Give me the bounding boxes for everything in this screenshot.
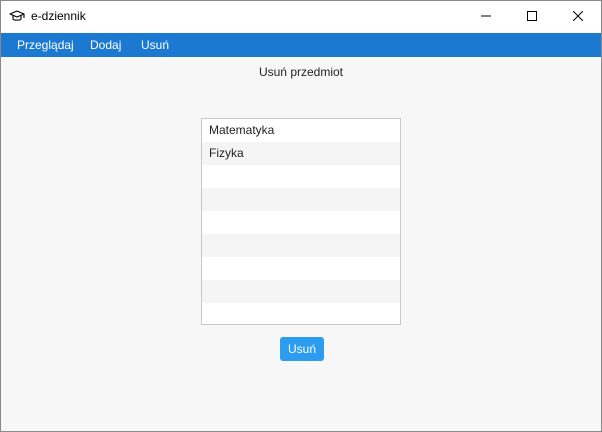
list-item[interactable] (202, 257, 400, 280)
window-title: e-dziennik (31, 9, 86, 23)
title-bar: e-dziennik (1, 1, 601, 32)
graduation-cap-icon (9, 9, 25, 23)
close-button[interactable] (555, 1, 601, 32)
list-item[interactable] (202, 303, 400, 324)
minimize-icon (481, 8, 491, 26)
list-item[interactable] (202, 165, 400, 188)
menu-bar: Przeglądaj Dodaj Usuń (1, 33, 601, 57)
list-item[interactable] (202, 234, 400, 257)
list-item[interactable]: Fizyka (202, 142, 400, 165)
menu-item-przegladaj[interactable]: Przeglądaj (17, 38, 74, 52)
app-window: e-dziennik Przeglądaj Dodaj Usuń Usuń pr… (0, 0, 602, 432)
menu-item-dodaj[interactable]: Dodaj (90, 38, 121, 52)
subject-list[interactable]: Matematyka Fizyka (201, 118, 401, 325)
list-item[interactable] (202, 211, 400, 234)
list-item[interactable] (202, 280, 400, 303)
page-title: Usuń przedmiot (258, 65, 344, 79)
close-icon (572, 8, 584, 26)
menu-item-usun[interactable]: Usuń (141, 38, 169, 52)
list-item[interactable]: Matematyka (202, 119, 400, 142)
minimize-button[interactable] (463, 1, 509, 32)
maximize-icon (527, 8, 537, 26)
delete-button[interactable]: Usuń (280, 337, 324, 361)
maximize-button[interactable] (509, 1, 555, 32)
list-item[interactable] (202, 188, 400, 211)
